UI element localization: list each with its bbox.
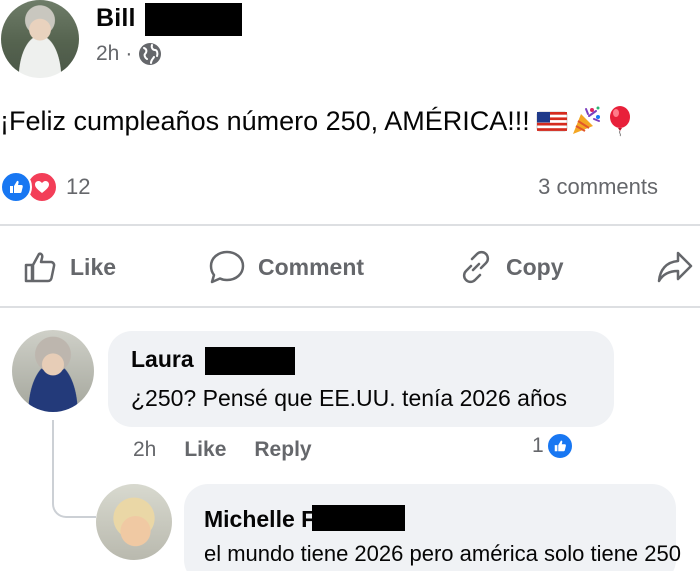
post-body: ¡Feliz cumpleaños número 250, AMÉRICA!!! — [0, 105, 636, 137]
comment-text: ¿250? Pensé que EE.UU. tenía 2026 años — [131, 385, 568, 411]
comment-like-count: 1 — [532, 434, 544, 457]
like-reaction-icon — [545, 432, 574, 460]
reaction-count[interactable]: 12 — [66, 174, 90, 200]
comment-reply-link[interactable]: Reply — [254, 438, 311, 462]
thumbs-up-icon — [24, 252, 56, 283]
post-meta: 2h · — [96, 42, 162, 66]
comment-button[interactable]: Comment — [208, 249, 364, 285]
share-arrow-icon — [657, 251, 693, 283]
author-name[interactable]: Bill — [96, 4, 136, 33]
meta-separator: · — [125, 42, 133, 65]
comment-timestamp[interactable]: 2h — [133, 438, 156, 462]
like-reaction-icon — [0, 171, 32, 203]
balloon-icon — [604, 105, 636, 137]
like-button[interactable]: Like — [22, 249, 116, 285]
commenter-avatar[interactable] — [12, 330, 94, 412]
party-popper-icon — [570, 105, 602, 137]
redaction-bar — [205, 347, 295, 375]
globe-icon — [138, 42, 162, 66]
us-flag-icon — [536, 105, 568, 137]
comment-reaction-count[interactable]: 1 — [532, 432, 574, 460]
post-timestamp[interactable]: 2h — [96, 42, 119, 66]
comment-actions: 2h Like Reply — [133, 438, 340, 462]
share-button[interactable] — [656, 249, 694, 285]
link-icon — [462, 250, 490, 284]
copy-button[interactable]: Copy — [458, 249, 564, 285]
comment-text: el mundo tiene 2026 pero américa solo ti… — [204, 541, 681, 566]
commenter-name[interactable]: Laura — [131, 346, 194, 373]
post-action-bar: Like Comment Copy — [0, 232, 700, 304]
commenter-name[interactable]: Michelle F — [204, 506, 315, 533]
like-label: Like — [70, 253, 117, 280]
copy-label: Copy — [506, 253, 564, 280]
redaction-bar — [312, 505, 405, 531]
comments-count[interactable]: 3 comments — [538, 174, 658, 200]
post-text: ¡Feliz cumpleaños número 250, AMÉRICA!!! — [0, 105, 530, 136]
emoji-row — [536, 105, 636, 137]
reaction-summary[interactable]: 12 — [0, 171, 90, 203]
speech-bubble-icon — [209, 250, 245, 284]
post-header: Bill 2h · — [0, 0, 700, 90]
divider — [0, 224, 700, 226]
commenter-avatar[interactable] — [96, 484, 172, 560]
reply-thread-line — [52, 420, 96, 518]
comment-label: Comment — [258, 253, 365, 280]
divider — [0, 306, 700, 308]
comment-like-link[interactable]: Like — [184, 438, 226, 462]
redaction-bar — [145, 3, 242, 36]
author-avatar[interactable] — [1, 0, 79, 78]
